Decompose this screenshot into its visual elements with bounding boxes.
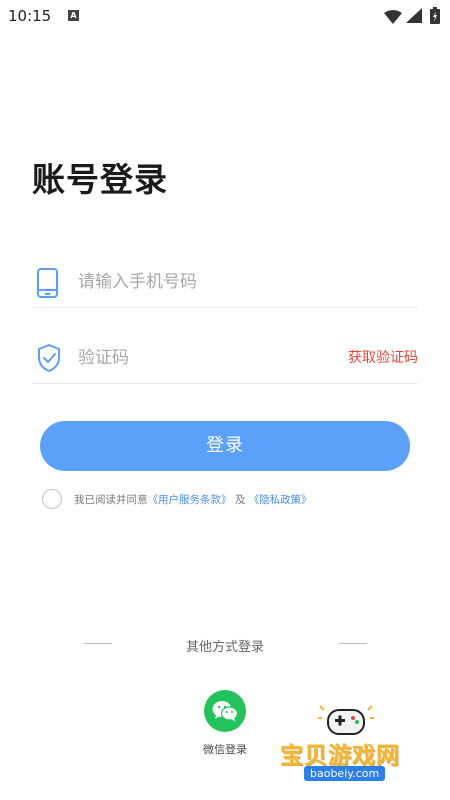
agreement-prefix: 我已阅读并同意 — [74, 494, 148, 506]
other-login-label: 其他方式登录 — [185, 640, 264, 655]
phone-input[interactable] — [78, 267, 338, 297]
agreement-conjunction: 及 — [234, 494, 246, 506]
login-screen: 10:15 A 账号登录 请输入手机号码 验证码 获取验证码 登录 我已阅读并同… — [0, 0, 450, 800]
a-letter-icon: A — [68, 10, 79, 21]
phone-field-row — [32, 259, 418, 308]
watermark-url: baobeiy.com — [304, 766, 386, 781]
status-bar: 10:15 A — [0, 0, 450, 32]
code-field-row: 获取验证码 — [32, 335, 418, 384]
wifi-icon — [384, 9, 402, 28]
watermark-text: 宝贝游戏网 — [280, 743, 400, 769]
terms-link[interactable]: 《用户服务条款》 — [148, 494, 232, 506]
battery-icon — [430, 7, 440, 28]
agreement-text: 我已阅读并同意《用户服务条款》 及 《隐私政策》 — [74, 492, 312, 507]
wechat-icon — [211, 699, 239, 727]
phone-icon — [36, 267, 60, 303]
wechat-login-button[interactable] — [204, 690, 246, 732]
get-code-button[interactable]: 获取验证码 — [348, 347, 418, 367]
signal-icon — [406, 8, 422, 27]
login-button[interactable]: 登录 — [40, 421, 410, 471]
shield-check-icon — [36, 343, 62, 377]
code-input[interactable] — [78, 343, 338, 373]
privacy-link[interactable]: 《隐私政策》 — [249, 494, 312, 506]
agreement-checkbox[interactable] — [42, 489, 62, 509]
watermark-logo: 宝贝游戏网 baobeiy.com — [272, 700, 422, 796]
divider-right — [339, 643, 367, 644]
page-title: 账号登录 — [32, 160, 168, 199]
status-time: 10:15 — [8, 7, 52, 25]
